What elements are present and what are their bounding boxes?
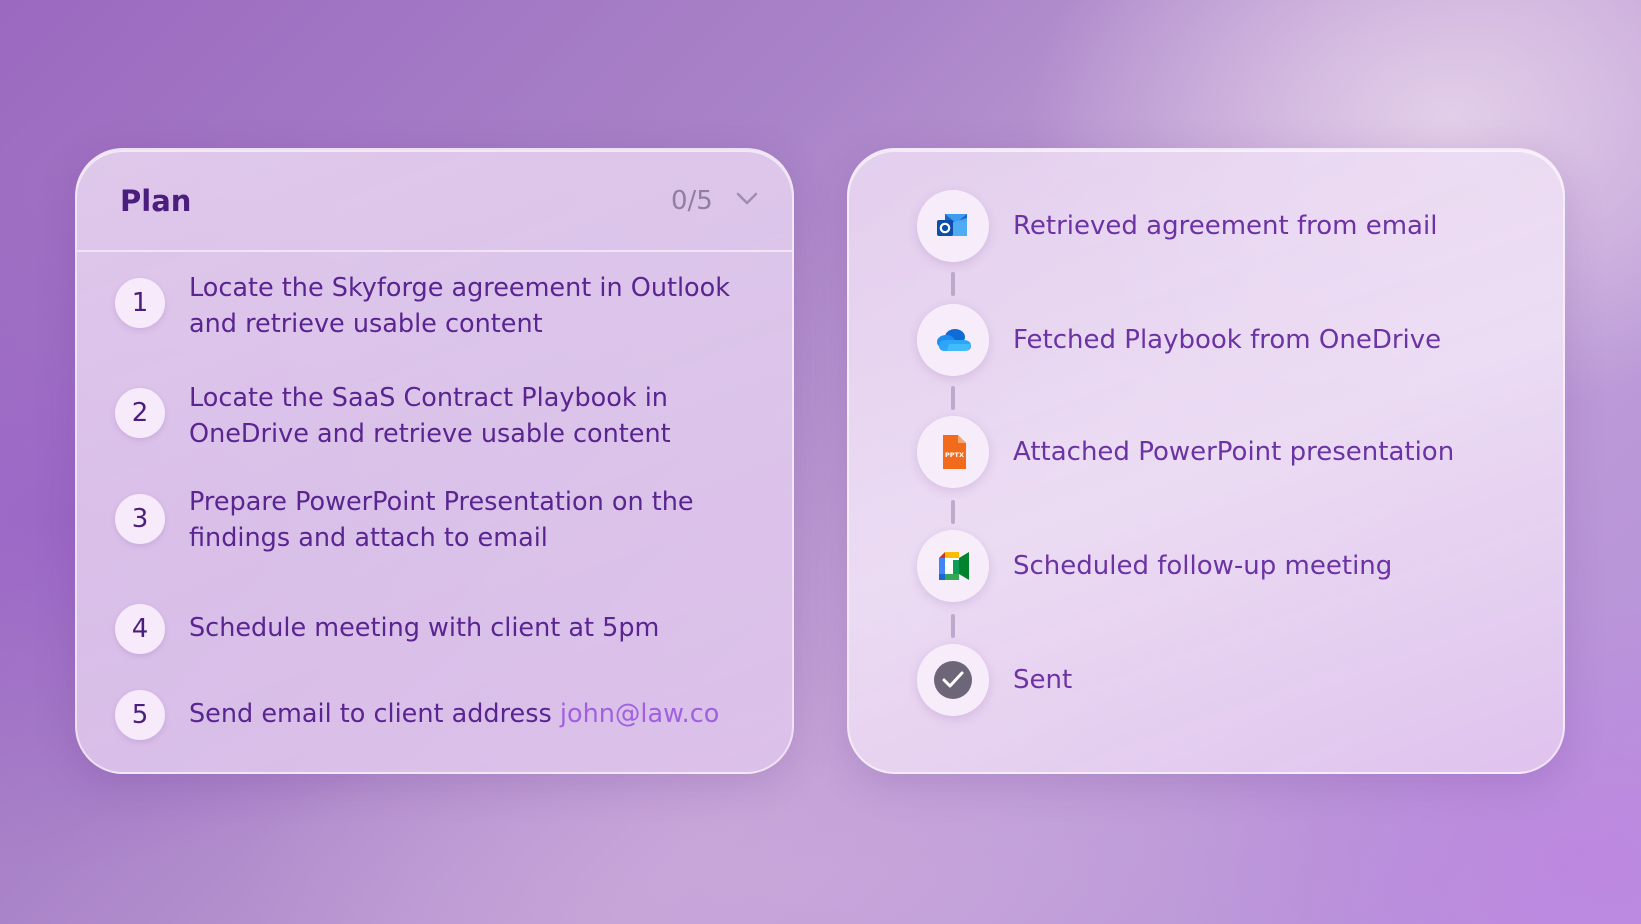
step-text: Locate the Skyforge agreement in Outlook… bbox=[189, 270, 769, 342]
plan-card: Plan 0/5 1 Locate the Skyforge agreement… bbox=[75, 148, 794, 774]
pptx-badge-text: PPTX bbox=[945, 451, 964, 459]
activity-label: Retrieved agreement from email bbox=[1013, 211, 1438, 241]
pptx-file-icon: PPTX bbox=[917, 416, 989, 488]
step-text: Prepare PowerPoint Presentation on the f… bbox=[189, 484, 769, 556]
step-text-line: and retrieve usable content bbox=[189, 309, 543, 339]
timeline-connector bbox=[951, 272, 955, 296]
step-text: Schedule meeting with client at 5pm bbox=[189, 610, 769, 646]
check-circle-icon bbox=[917, 644, 989, 716]
onedrive-icon bbox=[917, 304, 989, 376]
client-email-link[interactable]: john@law.co bbox=[560, 699, 719, 729]
step-number: 4 bbox=[115, 604, 165, 654]
activity-label: Fetched Playbook from OneDrive bbox=[1013, 325, 1442, 355]
step-text: Locate the SaaS Contract Playbook in One… bbox=[189, 380, 769, 452]
google-meet-icon bbox=[917, 530, 989, 602]
activity-label: Attached PowerPoint presentation bbox=[1013, 437, 1455, 467]
plan-header[interactable]: Plan 0/5 bbox=[77, 150, 792, 252]
chevron-down-icon[interactable] bbox=[735, 188, 759, 208]
step-text-line: Prepare PowerPoint Presentation on the bbox=[189, 487, 694, 517]
plan-progress-count: 0/5 bbox=[671, 186, 713, 216]
activity-card: Retrieved agreement from email Fetched P… bbox=[847, 148, 1565, 774]
step-text-line: Locate the SaaS Contract Playbook in bbox=[189, 383, 668, 413]
timeline-connector bbox=[951, 500, 955, 524]
step-number: 5 bbox=[115, 690, 165, 740]
step-text-line: Schedule meeting with client at 5pm bbox=[189, 613, 660, 643]
step-number: 2 bbox=[115, 388, 165, 438]
outlook-icon bbox=[917, 190, 989, 262]
activity-label: Scheduled follow-up meeting bbox=[1013, 551, 1393, 581]
step-text-line: findings and attach to email bbox=[189, 523, 548, 553]
plan-title: Plan bbox=[120, 184, 192, 218]
activity-timeline: Retrieved agreement from email Fetched P… bbox=[849, 150, 1563, 772]
step-text-line: Send email to client address bbox=[189, 699, 560, 729]
timeline-connector bbox=[951, 386, 955, 410]
step-number: 1 bbox=[115, 278, 165, 328]
timeline-connector bbox=[951, 614, 955, 638]
activity-label: Sent bbox=[1013, 665, 1073, 695]
step-text: Send email to client address john@law.co bbox=[189, 696, 769, 732]
step-text-line: Locate the Skyforge agreement in Outlook bbox=[189, 273, 731, 303]
step-text-line: OneDrive and retrieve usable content bbox=[189, 419, 671, 449]
step-number: 3 bbox=[115, 494, 165, 544]
